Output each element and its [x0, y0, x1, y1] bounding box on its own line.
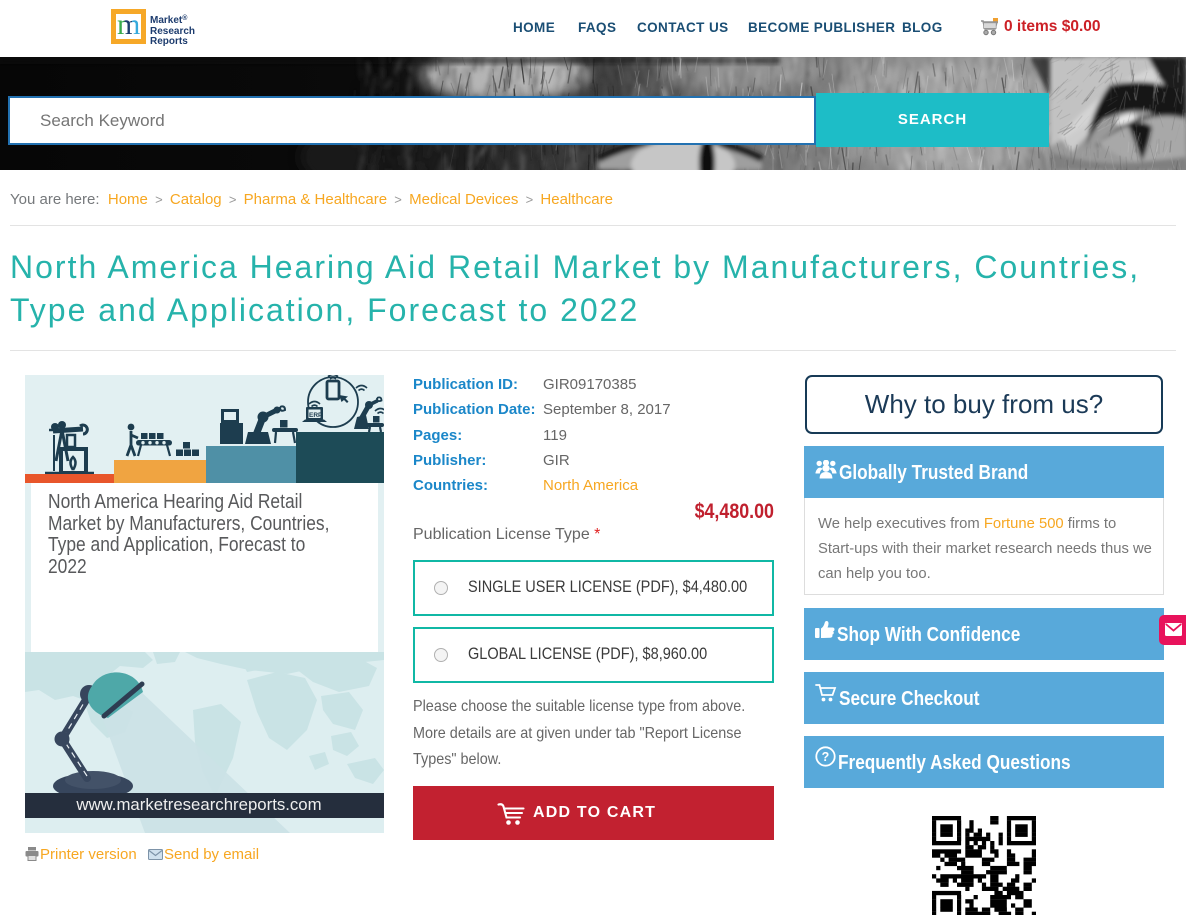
svg-text:ERP: ERP — [309, 412, 323, 419]
svg-text:www.marketresearchreports.com: www.marketresearchreports.com — [75, 795, 321, 814]
svg-text:?: ? — [822, 750, 830, 764]
